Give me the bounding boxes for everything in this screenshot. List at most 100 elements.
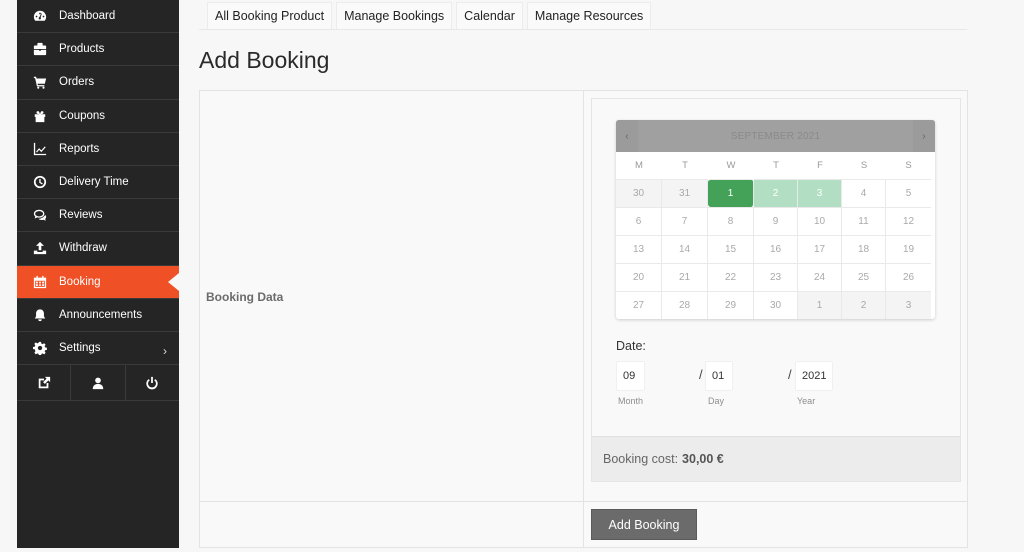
tabs-divider <box>199 29 967 30</box>
calendar-day[interactable]: 1 <box>798 291 842 319</box>
sidebar-item-label: Delivery Time <box>59 176 129 189</box>
sidebar-item-label: Announcements <box>59 308 143 321</box>
power-icon <box>146 376 158 389</box>
sidebar-item-reviews[interactable]: Reviews <box>17 199 179 233</box>
calendar-day[interactable]: 13 <box>616 235 662 263</box>
calendar-day[interactable]: 7 <box>662 207 708 235</box>
calendar-day[interactable]: 11 <box>842 207 886 235</box>
booking-cost-label: Booking cost: <box>603 452 679 466</box>
weekday-label: F <box>817 160 823 171</box>
calendar-day[interactable]: 6 <box>616 207 662 235</box>
clock-icon <box>29 175 51 189</box>
calendar-day[interactable]: 30 <box>754 291 798 319</box>
tab-manage-bookings[interactable]: Manage Bookings <box>336 2 453 29</box>
edit-account-button[interactable] <box>71 365 126 401</box>
calendar-day[interactable]: 17 <box>798 235 842 263</box>
sidebar-item-reports[interactable]: Reports <box>17 133 179 166</box>
calendar-day[interactable]: 12 <box>886 207 931 235</box>
calendar-day[interactable]: 24 <box>798 263 842 291</box>
weekday-label: S <box>860 160 868 171</box>
calendar-day[interactable]: 2 <box>842 291 886 319</box>
weekday-label: W <box>726 160 736 171</box>
calendar-header: ‹ SEPTEMBER 2021 › <box>616 120 935 152</box>
sidebar-item-products[interactable]: Products <box>17 33 179 67</box>
calendar-day[interactable]: 5 <box>886 179 931 207</box>
dashboard-icon <box>29 9 51 23</box>
calendar-day[interactable]: 16 <box>754 235 798 263</box>
weekday-label: T <box>682 160 688 171</box>
comments-icon <box>29 208 51 222</box>
chart-line-icon <box>29 142 51 156</box>
month-caption: Month <box>618 396 644 406</box>
calendar-day[interactable]: 3 <box>886 291 931 319</box>
calendar-day[interactable]: 22 <box>708 263 754 291</box>
calendar-day[interactable]: 19 <box>886 235 931 263</box>
gift-icon <box>29 109 51 123</box>
sidebar-item-label: Reports <box>59 142 100 155</box>
calendar-days: 30 31 1 2 3 4 5 6 7 8 9 10 11 12 13 14 15 16 17 18 19 20 21 22 2… <box>616 179 935 319</box>
booking-cost: Booking cost: 30,00 € <box>592 436 960 481</box>
calendar-day[interactable]: 29 <box>708 291 754 319</box>
calendar-day[interactable]: 20 <box>616 263 662 291</box>
sidebar-item-coupons[interactable]: Coupons <box>17 100 179 133</box>
date-separator: / <box>788 367 792 382</box>
calendar-day[interactable]: 26 <box>886 263 931 291</box>
day-input[interactable]: 01 <box>705 361 733 391</box>
calendar-day[interactable]: 15 <box>708 235 754 263</box>
calendar-day[interactable]: 27 <box>616 291 662 319</box>
briefcase-icon <box>29 42 51 56</box>
tab-calendar[interactable]: Calendar <box>456 2 523 29</box>
calendar-day-in-range[interactable]: 2 <box>754 179 798 207</box>
external-link-icon <box>38 376 50 388</box>
sidebar-item-label: Orders <box>59 76 95 89</box>
calendar-day-in-range[interactable]: 3 <box>798 179 842 207</box>
calendar-day[interactable]: 14 <box>662 235 708 263</box>
sidebar-item-settings[interactable]: Settings › <box>17 332 179 366</box>
page-title: Add Booking <box>199 47 330 73</box>
next-month-button[interactable]: › <box>913 120 935 152</box>
sidebar-item-dashboard[interactable]: Dashboard <box>17 0 179 34</box>
sidebar-item-orders[interactable]: Orders <box>17 66 179 100</box>
tab-manage-resources[interactable]: Manage Resources <box>526 2 652 29</box>
sidebar-item-announcements[interactable]: Announcements <box>17 299 179 332</box>
column-divider <box>583 502 584 548</box>
day-caption: Day <box>708 396 725 406</box>
sidebar-item-label: Withdraw <box>59 242 107 255</box>
cart-icon <box>29 75 51 90</box>
calendar-day[interactable]: 10 <box>798 207 842 235</box>
sidebar-item-withdraw[interactable]: Withdraw <box>17 232 179 266</box>
column-divider <box>583 91 584 501</box>
prev-month-button[interactable]: ‹ <box>616 120 638 152</box>
calendar-day[interactable]: 4 <box>842 179 886 207</box>
visit-store-button[interactable] <box>17 365 72 401</box>
upload-icon <box>29 241 51 255</box>
calendar-day[interactable]: 25 <box>842 263 886 291</box>
date-picker-calendar: ‹ SEPTEMBER 2021 › MTWTFSS 30 31 1 2 3 4 5 6 7 8 9… <box>616 120 935 319</box>
logout-button[interactable] <box>126 365 179 400</box>
weekday-header: MTWTFSS <box>616 152 935 179</box>
month-input[interactable]: 09 <box>616 361 645 391</box>
tab-all-booking-product[interactable]: All Booking Product <box>207 2 333 29</box>
gear-icon <box>29 341 51 355</box>
sidebar-item-booking[interactable]: Booking <box>17 265 179 299</box>
calendar-day[interactable]: 28 <box>662 291 708 319</box>
calendar-day[interactable]: 18 <box>842 235 886 263</box>
calendar-day[interactable]: 8 <box>708 207 754 235</box>
calendar-day[interactable]: 23 <box>754 263 798 291</box>
calendar-day[interactable]: 21 <box>662 263 708 291</box>
add-booking-button[interactable]: Add Booking <box>591 509 697 540</box>
booking-cost-value: 30,00 € <box>682 452 724 466</box>
bell-icon <box>29 308 51 322</box>
calendar-month-label: SEPTEMBER 2021 <box>730 130 821 142</box>
sidebar-item-delivery-time[interactable]: Delivery Time <box>17 166 179 200</box>
calendar-day[interactable]: 30 <box>616 179 662 207</box>
sidebar-item-label: Dashboard <box>59 10 116 23</box>
calendar-day[interactable]: 31 <box>662 179 708 207</box>
sidebar-item-label: Settings <box>59 341 101 354</box>
calendar-day-selected[interactable]: 1 <box>708 179 754 207</box>
sidebar: Dashboard Products Orders Coupons Reports Del… <box>17 0 179 548</box>
calendar-day[interactable]: 9 <box>754 207 798 235</box>
year-input[interactable]: 2021 <box>795 361 833 391</box>
sidebar-item-label: Reviews <box>59 209 103 222</box>
sidebar-footer <box>17 365 179 402</box>
